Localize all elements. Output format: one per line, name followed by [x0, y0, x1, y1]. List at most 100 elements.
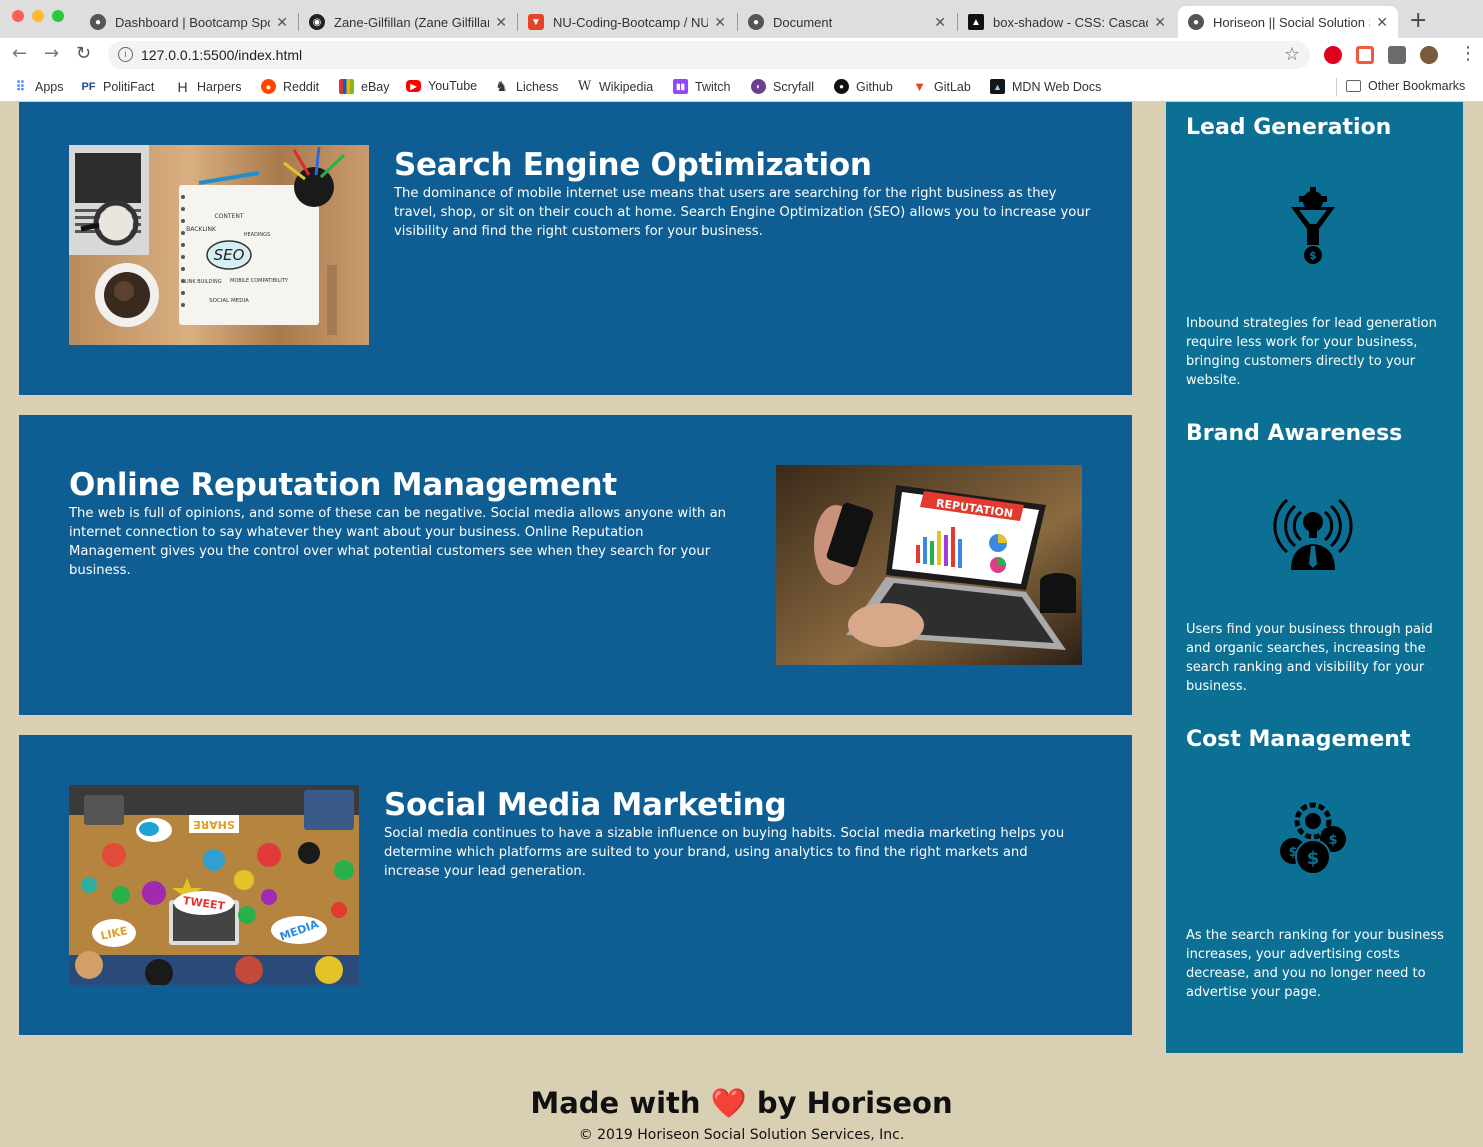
close-icon[interactable]: ✕	[1154, 14, 1166, 31]
address-bar[interactable]: i 127.0.0.1:5500/index.html ☆	[108, 41, 1310, 69]
forward-arrow-icon[interactable]: →	[44, 43, 59, 64]
scryfall-icon: ◐	[751, 79, 766, 94]
menu-kebab-icon[interactable]: ⋮	[1459, 43, 1477, 64]
window-zoom-button[interactable]	[52, 10, 64, 22]
close-icon[interactable]: ✕	[1376, 14, 1388, 31]
seo-image-label: MOBILE COMPATIBILITY	[230, 278, 289, 284]
puzzle-extensions-icon[interactable]	[1388, 46, 1406, 64]
github-icon: ●	[834, 79, 849, 94]
benefits-sidebar: Lead Generation $ Inbound strategies for…	[1166, 102, 1463, 1053]
browser-tab-strip: ● Dashboard | Bootcamp Spo ✕ ◉ Zane-Gilf…	[0, 0, 1483, 38]
reputation-image: REPUTATION	[776, 465, 1082, 665]
social-image-label: SHARE	[193, 818, 235, 831]
bookmark-harpers[interactable]: H Harpers	[175, 78, 242, 95]
opera-extension-icon[interactable]	[1324, 46, 1342, 64]
bookmark-label: eBay	[361, 79, 390, 94]
reload-icon[interactable]: ↻	[76, 43, 91, 64]
mdn-icon: ▲	[990, 79, 1005, 94]
tab-title: Horiseon || Social Solution S	[1213, 14, 1371, 30]
bookmark-politifact[interactable]: PF PolitiFact	[81, 79, 154, 94]
bookmark-apps[interactable]: ⠿ Apps	[13, 79, 64, 94]
browser-tab[interactable]: ◉ Zane-Gilfillan (Zane Gilfillan ✕	[299, 6, 517, 38]
bookmark-label: Other Bookmarks	[1368, 79, 1466, 93]
politifact-icon: PF	[81, 80, 96, 93]
youtube-icon: ▶	[406, 80, 421, 92]
seo-image-label: HEADINGS	[244, 232, 270, 238]
bookmark-scryfall[interactable]: ◐ Scryfall	[751, 79, 814, 94]
ebay-icon	[339, 79, 354, 94]
close-icon[interactable]: ✕	[934, 14, 946, 31]
bookmark-label: Twitch	[695, 79, 731, 94]
bookmark-label: Lichess	[516, 79, 559, 94]
browser-tab[interactable]: ▼ NU-Coding-Bootcamp / NU ✕	[518, 6, 736, 38]
bookmark-label: PolitiFact	[103, 79, 155, 94]
lead-funnel-icon: $	[1273, 187, 1353, 267]
seo-image: CONTENT BACKLINK HEADINGS SEO LINK BUILD…	[69, 145, 369, 345]
bookmark-lichess[interactable]: ♞ Lichess	[494, 78, 559, 94]
site-info-icon[interactable]: i	[118, 47, 133, 62]
github-icon: ◉	[309, 14, 325, 30]
mdn-icon: ▲	[968, 14, 984, 30]
bookmark-reddit[interactable]: ● Reddit	[261, 79, 319, 94]
globe-icon: ●	[748, 14, 764, 30]
footer-made-with: Made with	[530, 1086, 701, 1120]
bookmark-label: MDN Web Docs	[1012, 79, 1102, 94]
url-text[interactable]: 127.0.0.1:5500/index.html	[141, 47, 302, 63]
service-description: The web is full of opinions, and some of…	[69, 506, 727, 578]
extension-icon[interactable]	[1356, 46, 1374, 64]
gitlab-icon: ▼	[528, 14, 544, 30]
bookmark-label: Harpers	[197, 79, 242, 94]
footer-title: Made with ❤️ by Horiseon	[0, 1086, 1483, 1121]
close-icon[interactable]: ✕	[495, 14, 507, 31]
bookmark-mdn[interactable]: ▲ MDN Web Docs	[990, 79, 1101, 94]
close-icon[interactable]: ✕	[714, 14, 726, 31]
service-card-social: SHARE TWEET LIKE MEDIA Social Media Mark…	[19, 735, 1132, 1035]
heart-icon: ❤️	[710, 1086, 747, 1120]
harpers-icon: H	[177, 78, 188, 95]
benefit-description: As the search ranking for your business …	[1186, 928, 1444, 1000]
benefit-description: Users find your business through paid an…	[1186, 622, 1433, 694]
svg-text:$: $	[1307, 848, 1320, 869]
footer-by: by Horiseon	[756, 1086, 953, 1120]
bookmark-gitlab[interactable]: ▼ GitLab	[912, 79, 971, 94]
footer-copyright: © 2019 Horiseon Social Solution Services…	[578, 1127, 905, 1143]
window-close-button[interactable]	[12, 10, 24, 22]
browser-tab-active[interactable]: ● Horiseon || Social Solution S ✕	[1178, 6, 1398, 38]
gitlab-icon: ▼	[913, 79, 926, 94]
new-tab-button[interactable]: +	[1409, 8, 1427, 33]
bookmark-label: YouTube	[428, 79, 478, 93]
bookmark-label: Scryfall	[773, 79, 814, 94]
avatar[interactable]	[1420, 46, 1438, 64]
benefit-title: Cost Management	[1186, 727, 1411, 752]
bookmark-twitch[interactable]: ▮▮ Twitch	[673, 79, 730, 94]
service-title: Search Engine Optimization	[394, 147, 872, 183]
service-card-reputation: Online Reputation Management The web is …	[19, 415, 1132, 715]
seo-image-label: LINK BUILDING	[184, 279, 221, 285]
bookmark-wikipedia[interactable]: W Wikipedia	[577, 79, 653, 94]
twitch-icon: ▮▮	[673, 79, 688, 94]
lichess-icon: ♞	[495, 78, 508, 94]
bookmark-label: Wikipedia	[599, 79, 654, 94]
bookmark-label: Apps	[35, 79, 64, 94]
cost-coins-gear-icon: $ $ $	[1273, 799, 1353, 879]
window-minimize-button[interactable]	[32, 10, 44, 22]
browser-tab[interactable]: ▲ box-shadow - CSS: Cascad ✕	[958, 6, 1176, 38]
tab-title: Document	[773, 14, 833, 30]
seo-image-label: SEO	[214, 246, 245, 264]
other-bookmarks-folder[interactable]: Other Bookmarks	[1346, 79, 1465, 93]
bookmark-youtube[interactable]: ▶ YouTube	[406, 79, 477, 93]
close-icon[interactable]: ✕	[276, 14, 288, 31]
globe-icon: ●	[90, 14, 106, 30]
svg-text:$: $	[1328, 833, 1337, 848]
benefit-description: Inbound strategies for lead generation r…	[1186, 316, 1437, 388]
bookmark-label: GitLab	[934, 79, 971, 94]
bookmark-ebay[interactable]: eBay	[339, 79, 390, 94]
back-arrow-icon[interactable]: ←	[12, 43, 27, 64]
bookmark-star-icon[interactable]: ☆	[1284, 44, 1300, 65]
browser-tab[interactable]: ● Dashboard | Bootcamp Spo ✕	[80, 6, 298, 38]
social-media-image: SHARE TWEET LIKE MEDIA	[69, 785, 359, 985]
bookmark-github[interactable]: ● Github	[834, 79, 893, 94]
service-title: Social Media Marketing	[384, 787, 787, 823]
tab-title: Zane-Gilfillan (Zane Gilfillan	[334, 14, 490, 30]
browser-tab[interactable]: ● Document ✕	[738, 6, 956, 38]
